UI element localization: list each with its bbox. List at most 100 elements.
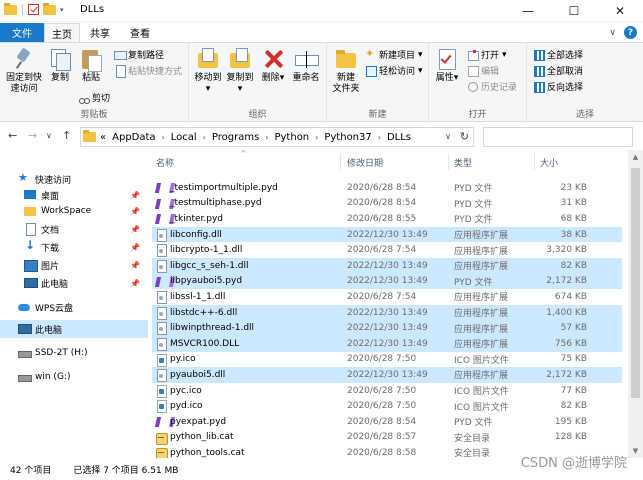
breadcrumb-item[interactable]: Local [171,132,197,143]
new-item-button[interactable]: 新建项目 ▾ [365,47,423,61]
copy-path-button[interactable]: 复制路径 [114,48,164,61]
file-row[interactable]: libcrypto-1_1.dll 2020/6/28 7:54 应用程序扩展 3,3… [152,242,622,258]
file-row[interactable]: pyexpat.pyd 2020/6/28 8:54 PYD 文件 195 KB [152,414,622,430]
file-date: 2020/6/28 8:58 [347,447,417,458]
pin-icon: 📌 [130,206,140,216]
address-dropdown-icon[interactable]: ∨ [445,132,451,141]
select-none-button[interactable]: 全部取消 [533,64,583,77]
column-header-name[interactable]: 名称 [156,156,174,169]
file-row[interactable]: pyauboi5.dll 2022/12/30 13:49 应用程序扩展 2,172 … [152,367,622,383]
file-row[interactable]: MSVCR100.DLL 2022/12/30 13:49 应用程序扩展 756 KB [152,336,622,352]
delete-button[interactable]: 删除▾ [261,47,285,84]
breadcrumb-separator-icon[interactable]: › [378,133,381,142]
file-row[interactable]: libgcc_s_seh-1.dll 2022/12/30 13:49 应用程序扩展… [152,258,622,274]
rename-button[interactable]: 重命名 [290,47,322,84]
nav-item[interactable]: 此电脑 [0,320,148,338]
nav-item[interactable]: 此电脑 📌 [0,274,148,292]
file-row[interactable]: libstdc++-6.dll 2022/12/30 13:49 应用程序扩展 1,4… [152,304,622,321]
file-row[interactable]: py.ico 2020/6/28 7:50 ICO 图片文件 75 KB [152,352,622,368]
breadcrumb-item[interactable]: Python [274,132,309,143]
new-folder-qat-icon[interactable] [43,2,56,15]
tab-file[interactable]: 文件 [0,23,44,42]
nav-item-label: WPS云盘 [35,303,74,314]
column-header-date[interactable]: 修改日期 [347,156,383,169]
breadcrumb-item[interactable]: DLLs [387,132,411,143]
window-controls: — ☐ ✕ [505,0,643,22]
easy-access-button[interactable]: 轻松访问 ▾ [365,64,423,77]
file-row[interactable]: pyc.ico 2020/6/28 7:50 ICO 图片文件 77 KB [152,383,622,399]
nav-item[interactable]: WPS云盘 [0,298,148,316]
delete-icon [261,47,285,71]
nav-item[interactable]: 文档 📌 [0,220,148,238]
properties-qat-icon[interactable] [28,4,39,15]
close-button[interactable]: ✕ [597,0,643,22]
column-header-type[interactable]: 类型 [454,156,472,169]
column-divider[interactable] [534,154,535,170]
nav-item[interactable]: SSD-2T (H:) [0,344,148,362]
copy-to-button[interactable]: 复制到▾ [225,47,255,95]
scroll-up-icon[interactable]: ▲ [628,150,643,164]
qat-dropdown-icon[interactable]: ▾ [60,6,64,14]
tab-view[interactable]: 查看 [122,23,158,42]
pin-icon: 📌 [130,260,140,270]
back-button[interactable]: ← [8,129,17,142]
column-divider[interactable] [448,154,449,170]
open-button[interactable]: 打开 ▾ [467,48,507,61]
tab-home[interactable]: 主页 [44,23,80,42]
invert-selection-button[interactable]: 反向选择 [533,80,583,93]
properties-button[interactable]: 属性▾ [433,47,461,84]
file-row[interactable]: _testmultiphase.pyd 2020/6/28 8:54 PYD 文件 3… [152,196,622,212]
file-row[interactable]: libpyauboi5.pyd 2022/12/30 13:49 PYD 文件 2,1… [152,273,622,290]
organize-group-label: 组织 [248,110,267,120]
collapse-ribbon-icon[interactable]: ∨ [609,28,616,38]
file-row[interactable]: libssl-1_1.dll 2020/6/28 7:54 应用程序扩展 674 KB [152,289,622,305]
new-folder-label-2: 文件夹 [332,84,360,94]
search-input[interactable] [483,127,633,147]
nav-item[interactable]: win (G:) [0,368,148,386]
minimize-button[interactable]: — [505,0,551,22]
paste-button[interactable]: 粘贴 [77,47,105,84]
maximize-button[interactable]: ☐ [551,0,597,22]
breadcrumb-separator-icon[interactable]: › [203,133,206,142]
scrollbar-thumb[interactable] [631,168,640,398]
breadcrumb-overflow[interactable]: « [100,132,106,143]
file-row[interactable]: libwinpthread-1.dll 2022/12/30 13:49 应用程序扩… [152,320,622,336]
address-bar[interactable]: « AppData › Local › Programs › Python › Python37… [80,127,474,147]
breadcrumb-separator-icon[interactable]: › [315,133,318,142]
ribbon-right-controls: ∨ ? [609,26,637,39]
quick-access-toolbar: ▾ [4,2,64,15]
breadcrumb-separator-icon[interactable]: › [162,133,165,142]
tab-share[interactable]: 共享 [82,23,118,42]
nav-item[interactable]: 下载 📌 [0,238,148,256]
recent-locations-button[interactable]: ∨ [46,131,52,140]
pin-to-quick-access-button[interactable]: 固定到快速访问 [4,47,44,95]
file-row[interactable]: _tkinter.pyd 2020/6/28 8:55 PYD 文件 68 KB [152,211,622,227]
breadcrumb-separator-icon[interactable]: › [265,133,268,142]
cut-button[interactable]: 剪切 [78,91,110,104]
breadcrumb-item[interactable]: Programs [212,132,259,143]
refresh-icon[interactable]: ↻ [460,130,469,143]
column-divider[interactable] [340,154,341,170]
edit-button[interactable]: 编辑 [467,64,499,77]
up-button[interactable]: ↑ [62,129,71,142]
file-row[interactable]: pyd.ico 2020/6/28 7:50 ICO 图片文件 82 KB [152,398,622,414]
file-row[interactable]: _testimportmultiple.pyd 2020/6/28 8:54 PYD… [152,180,622,196]
file-row[interactable]: python_lib.cat 2020/6/28 8:57 安全目录 128 KB [152,430,622,446]
paste-shortcut-button[interactable]: 粘贴快捷方式 [114,64,182,78]
nav-item[interactable]: WorkSpace 📌 [0,202,148,220]
copy-button[interactable]: 复制 [46,47,74,84]
move-to-button[interactable]: 移动到▾ [193,47,223,95]
help-icon[interactable]: ? [624,26,637,39]
column-header-size[interactable]: 大小 [540,156,558,169]
forward-button[interactable]: → [28,129,37,142]
cloud-icon [18,302,30,312]
select-all-button[interactable]: 全部选择 [533,48,583,61]
file-row[interactable]: libconfig.dll 2022/12/30 13:49 应用程序扩展 38 KB [152,226,622,243]
vertical-scrollbar[interactable]: ▲ ▼ [628,150,643,458]
nav-item[interactable]: 图片 📌 [0,256,148,274]
breadcrumb-item[interactable]: AppData [112,132,155,143]
new-folder-button[interactable]: 新建 文件夹 [331,47,361,95]
breadcrumb-item[interactable]: Python37 [324,132,371,143]
scroll-down-icon[interactable]: ▼ [628,444,643,458]
history-button[interactable]: 历史记录 [467,80,517,93]
